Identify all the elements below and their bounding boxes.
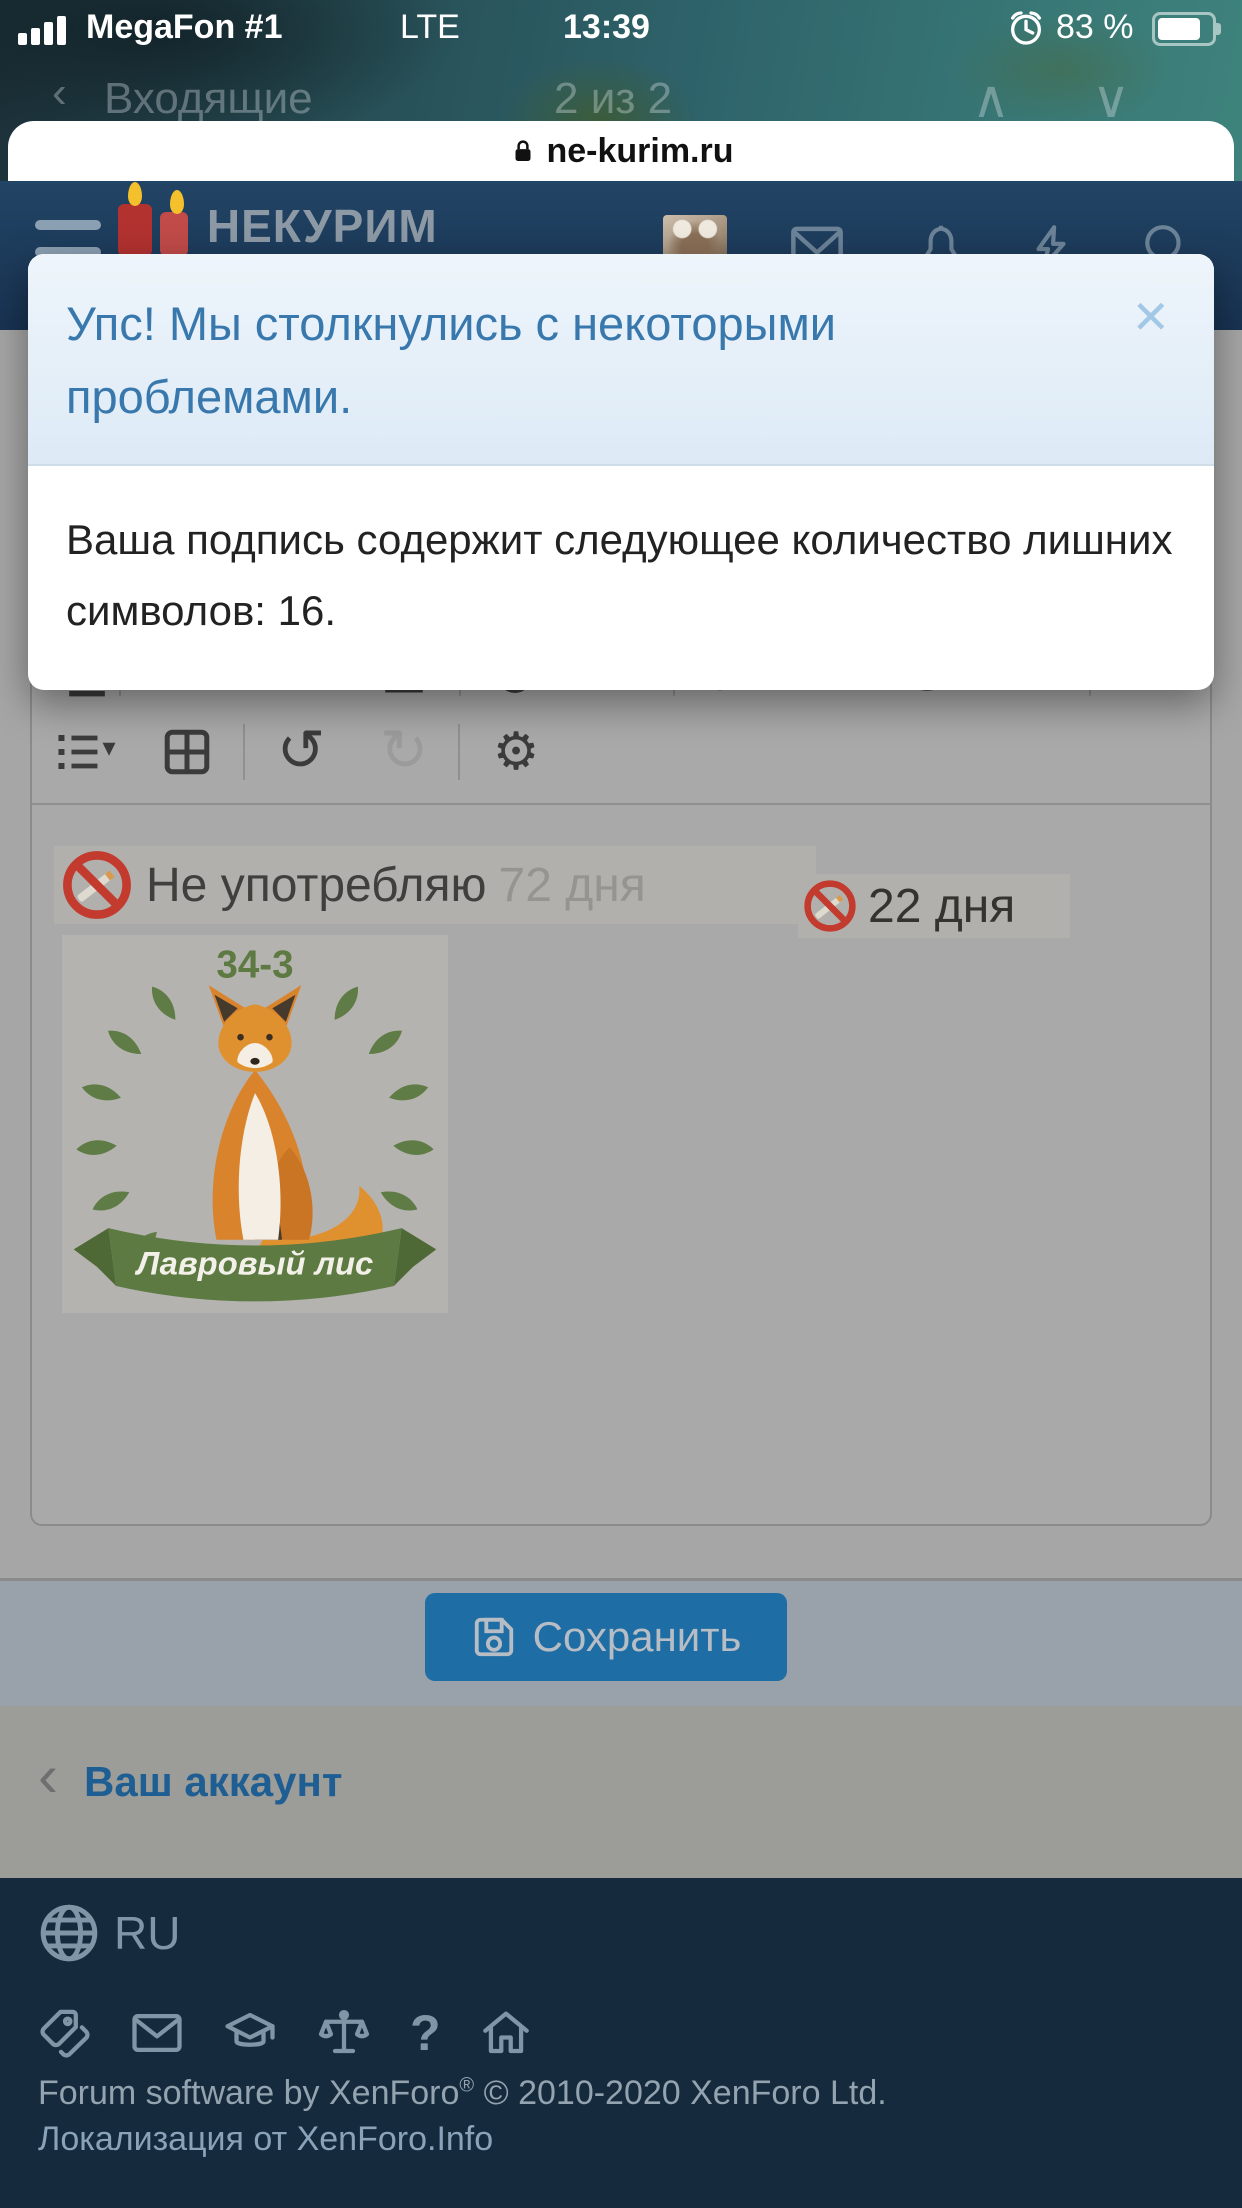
no-smoking-badge-secondary: 22 дня [798,874,1070,938]
battery-percent-label: 83 % [1056,8,1134,47]
toolbar-divider [458,724,460,780]
language-label: RU [114,1906,180,1960]
language-selector[interactable]: RU [38,1902,180,1964]
save-button[interactable]: Сохранить [425,1593,787,1681]
signal-strength-icon [18,16,70,45]
alarm-icon [1006,8,1046,48]
domain-label: ne-kurim.ru [546,132,733,170]
no-smoking-badge-primary: Не употребляю 72 дня [54,846,816,924]
contact-mail-icon[interactable] [130,2006,184,2060]
mail-back-label: Входящие [104,74,313,124]
badge-days: 22 дня [868,879,1015,934]
address-bar[interactable]: ne-kurim.ru [0,132,1242,171]
error-dialog-title: Упс! Мы столкнулись с некоторыми проблем… [66,288,1094,434]
chevron-left-icon: ‹ [38,1746,58,1806]
candle-icon [160,212,188,256]
error-dialog: Упс! Мы столкнулись с некоторыми проблем… [28,254,1214,690]
save-floppy-icon [471,1614,517,1660]
battery-icon [1152,12,1216,46]
mail-back-chevron-icon: ‹ [52,68,67,118]
network-type-label: LTE [400,8,460,47]
toolbar-divider [243,724,245,780]
undo-button[interactable]: ↺ [277,716,326,784]
error-dialog-message: Ваша подпись содержит следующее количест… [28,466,1214,691]
footer-icon-row: ? [38,2004,533,2062]
tags-icon[interactable] [38,2006,92,2060]
badge-text: Не употребляю [146,858,487,913]
home-icon[interactable] [479,2006,533,2060]
settings-gear-button[interactable]: ⚙ [493,722,540,782]
site-logo[interactable]: НЕКУРИМ [118,199,438,261]
redo-button[interactable]: ↻ [380,716,429,784]
candle-icon [118,204,152,256]
graduation-cap-icon[interactable] [222,2006,278,2060]
list-button[interactable]: ▾ [52,728,115,776]
close-icon[interactable]: ✕ [1131,290,1170,344]
carrier-label: MegaFon #1 [86,8,282,47]
badge-days: 72 дня [499,858,646,913]
no-smoking-icon [802,878,858,934]
logo-text: НЕКУРИМ [207,200,438,252]
insert-table-icon[interactable] [162,727,212,777]
scales-icon[interactable] [316,2006,372,2060]
save-button-label: Сохранить [533,1613,742,1661]
breadcrumb-section: ‹ Ваш аккаунт [0,1706,1242,1878]
laurel-fox-image: 34-3 Лавровый лис [62,935,448,1313]
help-icon[interactable]: ? [410,2004,441,2062]
lock-icon [508,135,538,167]
globe-icon [38,1902,100,1964]
fox-emblem-top-text: 34-3 [216,943,293,986]
localization-line: Локализация от XenForo.Info [38,2120,493,2159]
clock-label: 13:39 [563,8,650,47]
breadcrumb-account-link[interactable]: Ваш аккаунт [84,1758,342,1806]
copyright-line: Forum software by XenForo® © 2010-2020 X… [38,2074,887,2113]
status-bar: MegaFon #1 LTE 13:39 83 % [0,0,1242,58]
no-smoking-icon [60,848,134,922]
error-dialog-header: Упс! Мы столкнулись с некоторыми проблем… [28,254,1214,466]
toolbar-separator [32,803,1210,805]
mail-counter-label: 2 из 2 [554,74,672,124]
fox-emblem-banner-text: Лавровый лис [135,1244,373,1281]
site-footer: RU ? Forum software by XenForo® © 2010- [0,1878,1242,2208]
